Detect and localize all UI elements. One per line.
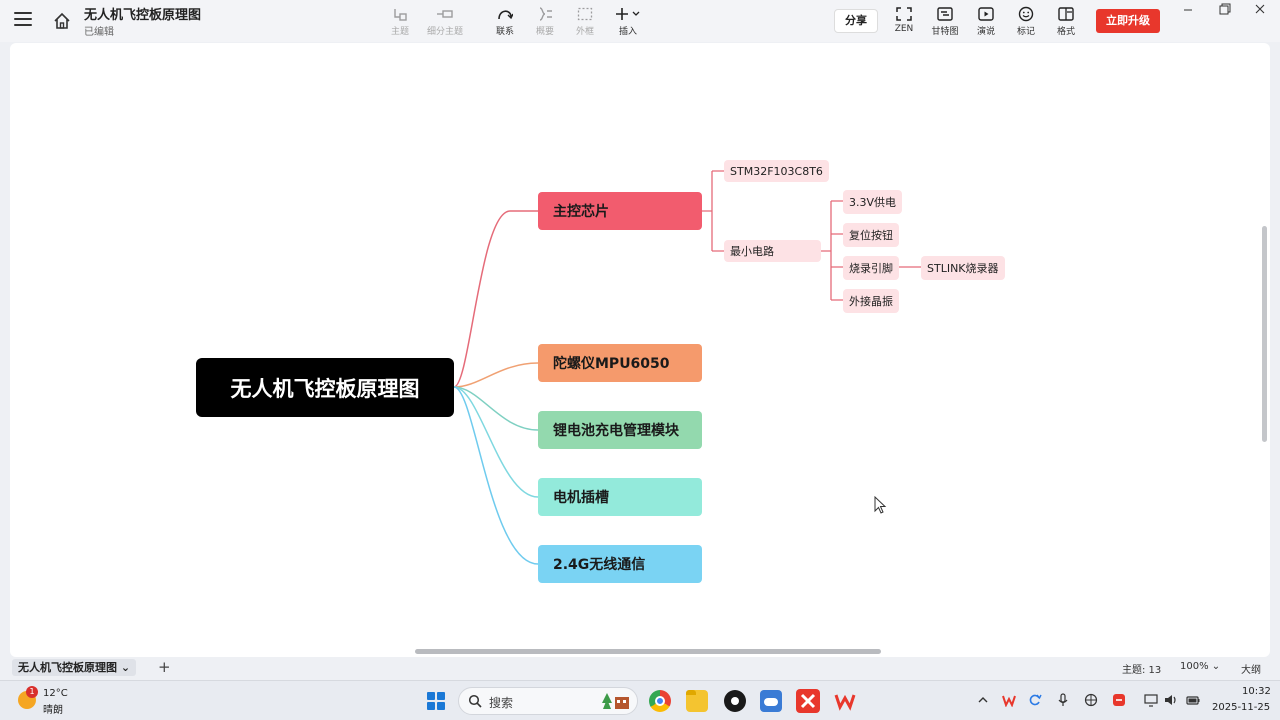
chevron-up-icon[interactable]: [976, 693, 990, 707]
horizontal-scrollbar[interactable]: [415, 649, 881, 654]
search-placeholder: 搜索: [489, 696, 514, 710]
display-tray-icon[interactable]: [1144, 693, 1158, 707]
zoom-level[interactable]: 100% ⌄: [1180, 661, 1220, 672]
subtopic-external-crystal[interactable]: 外接晶振: [843, 289, 899, 313]
chevron-down-icon: ⌄: [120, 661, 131, 674]
sheet-tab[interactable]: 无人机飞控板原理图 ⌄: [12, 659, 137, 676]
weather-description: 晴朗: [43, 705, 63, 716]
status-bar: 无人机飞控板原理图 ⌄ + 主题: 13 100% ⌄ 大纲: [0, 658, 1280, 680]
wps-tray-icon[interactable]: [1002, 693, 1016, 707]
mindmap-canvas[interactable]: 无人机飞控板原理图 主控芯片 陀螺仪MPU6050 锂电池充电管理模块 电机插槽…: [10, 43, 1270, 657]
marker-label: 标记: [1016, 27, 1035, 37]
topic-icon: [394, 9, 407, 21]
format-button[interactable]: 格式: [1044, 6, 1088, 38]
plus-icon: [616, 8, 640, 20]
sync-icon[interactable]: [1028, 693, 1042, 707]
boundary-button[interactable]: 外框: [563, 6, 607, 38]
topic-count: 主题: 13: [1122, 665, 1162, 676]
maximize-icon[interactable]: [1214, 2, 1234, 18]
boundary-icon: [577, 7, 593, 21]
search-highlight-icon: [602, 693, 629, 709]
gantt-icon: [937, 7, 953, 21]
home-icon[interactable]: [52, 11, 72, 31]
outline-button[interactable]: 大纲: [1241, 661, 1261, 676]
subtopic-minimum-circuit[interactable]: 最小电路: [724, 240, 821, 262]
summary-label: 概要: [535, 27, 554, 37]
windows-start-icon[interactable]: [427, 692, 445, 710]
share-button[interactable]: 分享: [834, 9, 878, 33]
temperature: 12°C: [43, 688, 68, 699]
taskbar: 1 12°C 晴朗 搜索 10:32 2025-11-25: [0, 680, 1280, 720]
relation-label: 联系: [495, 27, 514, 37]
present-button[interactable]: 演说: [964, 6, 1008, 38]
vertical-scrollbar[interactable]: [1262, 226, 1267, 442]
marker-button[interactable]: 标记: [1004, 6, 1048, 38]
cloud-app-icon[interactable]: [760, 690, 782, 712]
network-tray-icon[interactable]: [1084, 693, 1098, 707]
branch-main-chip[interactable]: 主控芯片: [538, 192, 702, 230]
subtopic-mcu-model[interactable]: STM32F103C8T6: [724, 160, 829, 182]
security-tray-icon[interactable]: [1112, 693, 1126, 707]
gantt-button[interactable]: 甘特图: [923, 6, 967, 38]
search-icon: [468, 694, 482, 708]
subtopic-label: 细分主题: [426, 27, 463, 37]
document-title[interactable]: 无人机飞控板原理图: [84, 4, 201, 23]
subtopic-button[interactable]: 细分主题: [423, 6, 467, 38]
gantt-label: 甘特图: [931, 27, 959, 37]
battery-icon[interactable]: [1186, 693, 1200, 707]
topic-label: 主题: [390, 27, 409, 37]
add-sheet-icon[interactable]: +: [158, 658, 171, 676]
chrome-icon[interactable]: [649, 690, 671, 712]
microphone-icon[interactable]: [1056, 693, 1070, 707]
format-label: 格式: [1056, 27, 1075, 37]
subtopic-programming-pins[interactable]: 烧录引脚: [843, 256, 899, 280]
insert-label: 插入: [618, 27, 637, 37]
insert-button[interactable]: 插入: [606, 6, 650, 38]
speaker-icon[interactable]: [1164, 693, 1178, 707]
present-label: 演说: [976, 27, 995, 37]
relation-icon: [498, 10, 513, 20]
format-panel-icon: [1058, 7, 1074, 21]
root-topic[interactable]: 无人机飞控板原理图: [196, 358, 454, 417]
topic-button[interactable]: 主题: [378, 6, 422, 38]
mouse-cursor-icon: [874, 496, 887, 514]
mindmap-app-icon[interactable]: [796, 689, 820, 713]
subtopic-icon: [437, 10, 453, 18]
close-icon[interactable]: [1250, 2, 1270, 18]
branch-wireless[interactable]: 2.4G无线通信: [538, 545, 702, 583]
taskbar-search[interactable]: 搜索: [458, 687, 638, 715]
notification-badge: 1: [26, 686, 38, 698]
subtopic-stlink[interactable]: STLINK烧录器: [921, 256, 1005, 280]
clock-time[interactable]: 10:32: [1242, 686, 1271, 697]
boundary-label: 外框: [575, 27, 594, 37]
branch-gyroscope[interactable]: 陀螺仪MPU6050: [538, 344, 702, 382]
wps-icon[interactable]: [834, 690, 856, 712]
subtopic-power-supply[interactable]: 3.3V供电: [843, 190, 903, 214]
menu-icon[interactable]: [14, 12, 32, 28]
summary-button[interactable]: 概要: [523, 6, 567, 38]
zen-button[interactable]: ZEN: [882, 6, 926, 38]
save-status: 已编辑: [84, 27, 114, 38]
clock-date[interactable]: 2025-11-25: [1212, 702, 1270, 713]
summary-icon: [539, 7, 552, 21]
relation-button[interactable]: 联系: [483, 6, 527, 38]
zen-label: ZEN: [894, 24, 914, 34]
fullscreen-icon: [896, 7, 912, 21]
sheet-tab-label: 无人机飞控板原理图: [18, 661, 117, 674]
branch-motor-slots[interactable]: 电机插槽: [538, 478, 702, 516]
chevron-down-icon: ⌄: [1211, 661, 1221, 672]
smiley-icon: [1018, 6, 1034, 22]
zoom-value: 100%: [1180, 661, 1209, 672]
upgrade-button[interactable]: 立即升级: [1096, 9, 1160, 33]
title-bar: 无人机飞控板原理图 已编辑 主题 细分主题 联系 概要 外框 插入 分享 ZEN…: [0, 0, 1280, 42]
subtopic-reset-button[interactable]: 复位按钮: [843, 223, 899, 247]
branch-battery-module[interactable]: 锂电池充电管理模块: [538, 411, 702, 449]
obs-icon[interactable]: [724, 690, 746, 712]
file-explorer-icon[interactable]: [686, 690, 708, 712]
minimize-icon[interactable]: [1178, 2, 1198, 18]
play-icon: [978, 7, 994, 21]
